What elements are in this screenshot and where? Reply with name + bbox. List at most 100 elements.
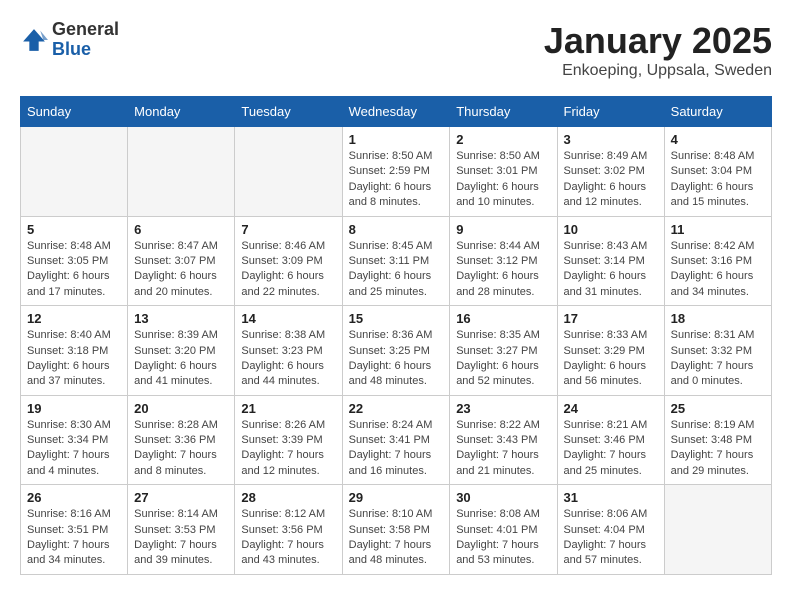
day-info: Sunrise: 8:38 AMSunset: 3:23 PMDaylight:… [241, 328, 335, 390]
day-number: 2 [456, 132, 550, 147]
calendar-cell: 19Sunrise: 8:30 AMSunset: 3:34 PMDayligh… [21, 395, 128, 485]
calendar-cell: 1Sunrise: 8:50 AMSunset: 2:59 PMDaylight… [342, 127, 450, 217]
calendar-cell: 30 Sunrise: 8:08 AMSunset: 4:01 PMDayligh… [450, 485, 557, 575]
day-header-thursday: Thursday [450, 97, 557, 127]
day-number: 3 [564, 132, 658, 147]
calendar-cell: 21 Sunrise: 8:26 AMSunset: 3:39 PMDayligh… [235, 395, 342, 485]
calendar-cell: 27 Sunrise: 8:14 AMSunset: 3:53 PMDayligh… [128, 485, 235, 575]
calendar-cell: 26Sunrise: 8:16 AMSunset: 3:51 PMDayligh… [21, 485, 128, 575]
day-info: Sunrise: 8:22 AMSunset: 3:43 PMDaylight:… [456, 418, 550, 480]
day-number: 17 [564, 311, 658, 326]
day-number: 25 [671, 401, 765, 416]
calendar-cell: 15 Sunrise: 8:36 AMSunset: 3:25 PMDayligh… [342, 306, 450, 396]
day-header-sunday: Sunday [21, 97, 128, 127]
day-number: 30 [456, 490, 550, 505]
day-info: Sunrise: 8:19 AMSunset: 3:48 PMDaylight:… [671, 418, 765, 480]
day-number: 18 [671, 311, 765, 326]
day-number: 5 [27, 222, 121, 237]
day-info: Sunrise: 8:33 AMSunset: 3:29 PMDaylight:… [564, 328, 658, 390]
calendar-table: SundayMondayTuesdayWednesdayThursdayFrid… [20, 96, 772, 575]
logo-icon [20, 26, 48, 54]
day-header-monday: Monday [128, 97, 235, 127]
day-number: 20 [134, 401, 228, 416]
day-info: Sunrise: 8:42 AMSunset: 3:16 PMDaylight:… [671, 239, 765, 301]
day-info: Sunrise: 8:48 AMSunset: 3:05 PMDaylight:… [27, 239, 121, 301]
day-number: 10 [564, 222, 658, 237]
day-info: Sunrise: 8:06 AMSunset: 4:04 PMDaylight:… [564, 507, 658, 569]
day-number: 9 [456, 222, 550, 237]
calendar-cell: 7Sunrise: 8:46 AMSunset: 3:09 PMDaylight… [235, 216, 342, 306]
location: Enkoeping, Uppsala, Sweden [544, 62, 772, 80]
calendar-cell [235, 127, 342, 217]
day-header-friday: Friday [557, 97, 664, 127]
page-header: General Blue January 2025 Enkoeping, Upp… [20, 20, 772, 80]
calendar-cell: 3Sunrise: 8:49 AMSunset: 3:02 PMDaylight… [557, 127, 664, 217]
calendar-cell: 20Sunrise: 8:28 AMSunset: 3:36 PMDayligh… [128, 395, 235, 485]
calendar-cell: 12 Sunrise: 8:40 AMSunset: 3:18 PMDayligh… [21, 306, 128, 396]
calendar-cell: 5 Sunrise: 8:48 AMSunset: 3:05 PMDaylight… [21, 216, 128, 306]
day-info: Sunrise: 8:46 AMSunset: 3:09 PMDaylight:… [241, 239, 335, 301]
day-info: Sunrise: 8:30 AMSunset: 3:34 PMDaylight:… [27, 418, 121, 480]
day-number: 21 [241, 401, 335, 416]
day-info: Sunrise: 8:10 AMSunset: 3:58 PMDaylight:… [349, 507, 444, 569]
calendar-cell [128, 127, 235, 217]
calendar-cell: 17 Sunrise: 8:33 AMSunset: 3:29 PMDayligh… [557, 306, 664, 396]
week-row-1: 1Sunrise: 8:50 AMSunset: 2:59 PMDaylight… [21, 127, 772, 217]
day-number: 23 [456, 401, 550, 416]
calendar-cell: 6Sunrise: 8:47 AMSunset: 3:07 PMDaylight… [128, 216, 235, 306]
week-row-4: 19Sunrise: 8:30 AMSunset: 3:34 PMDayligh… [21, 395, 772, 485]
calendar-cell: 14 Sunrise: 8:38 AMSunset: 3:23 PMDayligh… [235, 306, 342, 396]
day-info: Sunrise: 8:14 AMSunset: 3:53 PMDaylight:… [134, 507, 228, 569]
calendar-cell: 24Sunrise: 8:21 AMSunset: 3:46 PMDayligh… [557, 395, 664, 485]
day-info: Sunrise: 8:16 AMSunset: 3:51 PMDaylight:… [27, 507, 121, 569]
day-info: Sunrise: 8:26 AMSunset: 3:39 PMDaylight:… [241, 418, 335, 480]
day-info: Sunrise: 8:44 AMSunset: 3:12 PMDaylight:… [456, 239, 550, 301]
calendar-cell: 4Sunrise: 8:48 AMSunset: 3:04 PMDaylight… [664, 127, 771, 217]
day-number: 27 [134, 490, 228, 505]
calendar-cell: 9 Sunrise: 8:44 AMSunset: 3:12 PMDaylight… [450, 216, 557, 306]
day-info: Sunrise: 8:24 AMSunset: 3:41 PMDaylight:… [349, 418, 444, 480]
day-info: Sunrise: 8:08 AMSunset: 4:01 PMDaylight:… [456, 507, 550, 569]
day-info: Sunrise: 8:50 AMSunset: 3:01 PMDaylight:… [456, 149, 550, 211]
day-info: Sunrise: 8:36 AMSunset: 3:25 PMDaylight:… [349, 328, 444, 390]
calendar-cell [664, 485, 771, 575]
day-header-saturday: Saturday [664, 97, 771, 127]
calendar-cell: 8 Sunrise: 8:45 AMSunset: 3:11 PMDaylight… [342, 216, 450, 306]
day-info: Sunrise: 8:40 AMSunset: 3:18 PMDaylight:… [27, 328, 121, 390]
day-info: Sunrise: 8:45 AMSunset: 3:11 PMDaylight:… [349, 239, 444, 301]
day-info: Sunrise: 8:21 AMSunset: 3:46 PMDaylight:… [564, 418, 658, 480]
day-number: 8 [349, 222, 444, 237]
logo: General Blue [20, 20, 119, 60]
calendar-cell: 28Sunrise: 8:12 AMSunset: 3:56 PMDayligh… [235, 485, 342, 575]
day-info: Sunrise: 8:35 AMSunset: 3:27 PMDaylight:… [456, 328, 550, 390]
logo-blue-text: Blue [52, 40, 119, 60]
day-number: 15 [349, 311, 444, 326]
calendar-cell: 23 Sunrise: 8:22 AMSunset: 3:43 PMDayligh… [450, 395, 557, 485]
calendar-cell: 18 Sunrise: 8:31 AMSunset: 3:32 PMDayligh… [664, 306, 771, 396]
day-number: 16 [456, 311, 550, 326]
week-row-3: 12 Sunrise: 8:40 AMSunset: 3:18 PMDayligh… [21, 306, 772, 396]
day-header-wednesday: Wednesday [342, 97, 450, 127]
calendar-cell: 31 Sunrise: 8:06 AMSunset: 4:04 PMDayligh… [557, 485, 664, 575]
calendar-cell: 2 Sunrise: 8:50 AMSunset: 3:01 PMDaylight… [450, 127, 557, 217]
day-number: 28 [241, 490, 335, 505]
logo-general-text: General [52, 20, 119, 40]
day-number: 12 [27, 311, 121, 326]
day-number: 31 [564, 490, 658, 505]
calendar-cell [21, 127, 128, 217]
day-number: 13 [134, 311, 228, 326]
day-info: Sunrise: 8:47 AMSunset: 3:07 PMDaylight:… [134, 239, 228, 301]
day-info: Sunrise: 8:43 AMSunset: 3:14 PMDaylight:… [564, 239, 658, 301]
calendar-cell: 13Sunrise: 8:39 AMSunset: 3:20 PMDayligh… [128, 306, 235, 396]
day-number: 11 [671, 222, 765, 237]
day-number: 29 [349, 490, 444, 505]
calendar-cell: 25 Sunrise: 8:19 AMSunset: 3:48 PMDayligh… [664, 395, 771, 485]
day-number: 14 [241, 311, 335, 326]
title-block: January 2025 Enkoeping, Uppsala, Sweden [544, 20, 772, 80]
week-row-5: 26Sunrise: 8:16 AMSunset: 3:51 PMDayligh… [21, 485, 772, 575]
calendar-cell: 10 Sunrise: 8:43 AMSunset: 3:14 PMDayligh… [557, 216, 664, 306]
day-info: Sunrise: 8:50 AMSunset: 2:59 PMDaylight:… [349, 149, 444, 211]
week-row-2: 5 Sunrise: 8:48 AMSunset: 3:05 PMDaylight… [21, 216, 772, 306]
calendar-cell: 16 Sunrise: 8:35 AMSunset: 3:27 PMDayligh… [450, 306, 557, 396]
day-info: Sunrise: 8:31 AMSunset: 3:32 PMDaylight:… [671, 328, 765, 390]
